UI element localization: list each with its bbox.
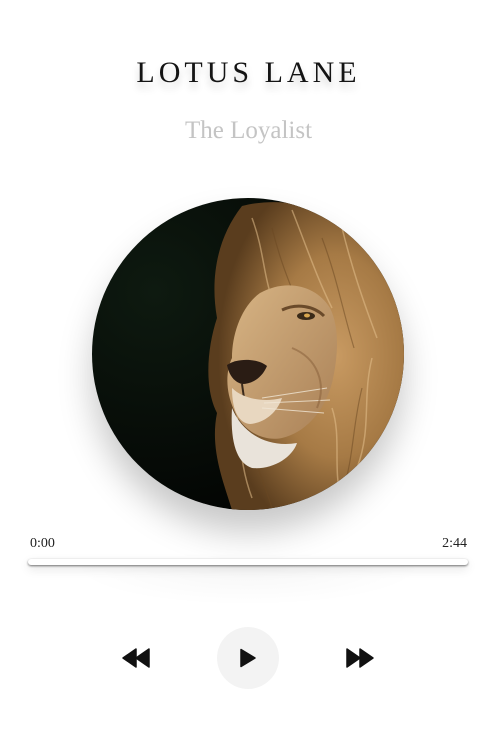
next-button[interactable] bbox=[329, 627, 391, 689]
rewind-icon bbox=[122, 648, 150, 668]
current-time: 0:00 bbox=[30, 536, 55, 551]
track-duration: 2:44 bbox=[442, 536, 467, 551]
track-title: The Loyalist bbox=[184, 117, 313, 144]
lion-artwork-image bbox=[92, 198, 404, 510]
controls-backdrop bbox=[70, 566, 427, 606]
play-button[interactable] bbox=[217, 627, 279, 689]
progress-bar[interactable] bbox=[28, 559, 468, 565]
artist-name: LOTUS LANE bbox=[136, 56, 361, 89]
play-icon bbox=[240, 648, 256, 668]
album-artwork bbox=[92, 198, 404, 510]
previous-button[interactable] bbox=[105, 627, 167, 689]
music-player: LOTUS LANE The Loyalist 0:00 2:44 bbox=[0, 0, 497, 742]
fast-forward-icon bbox=[346, 648, 374, 668]
